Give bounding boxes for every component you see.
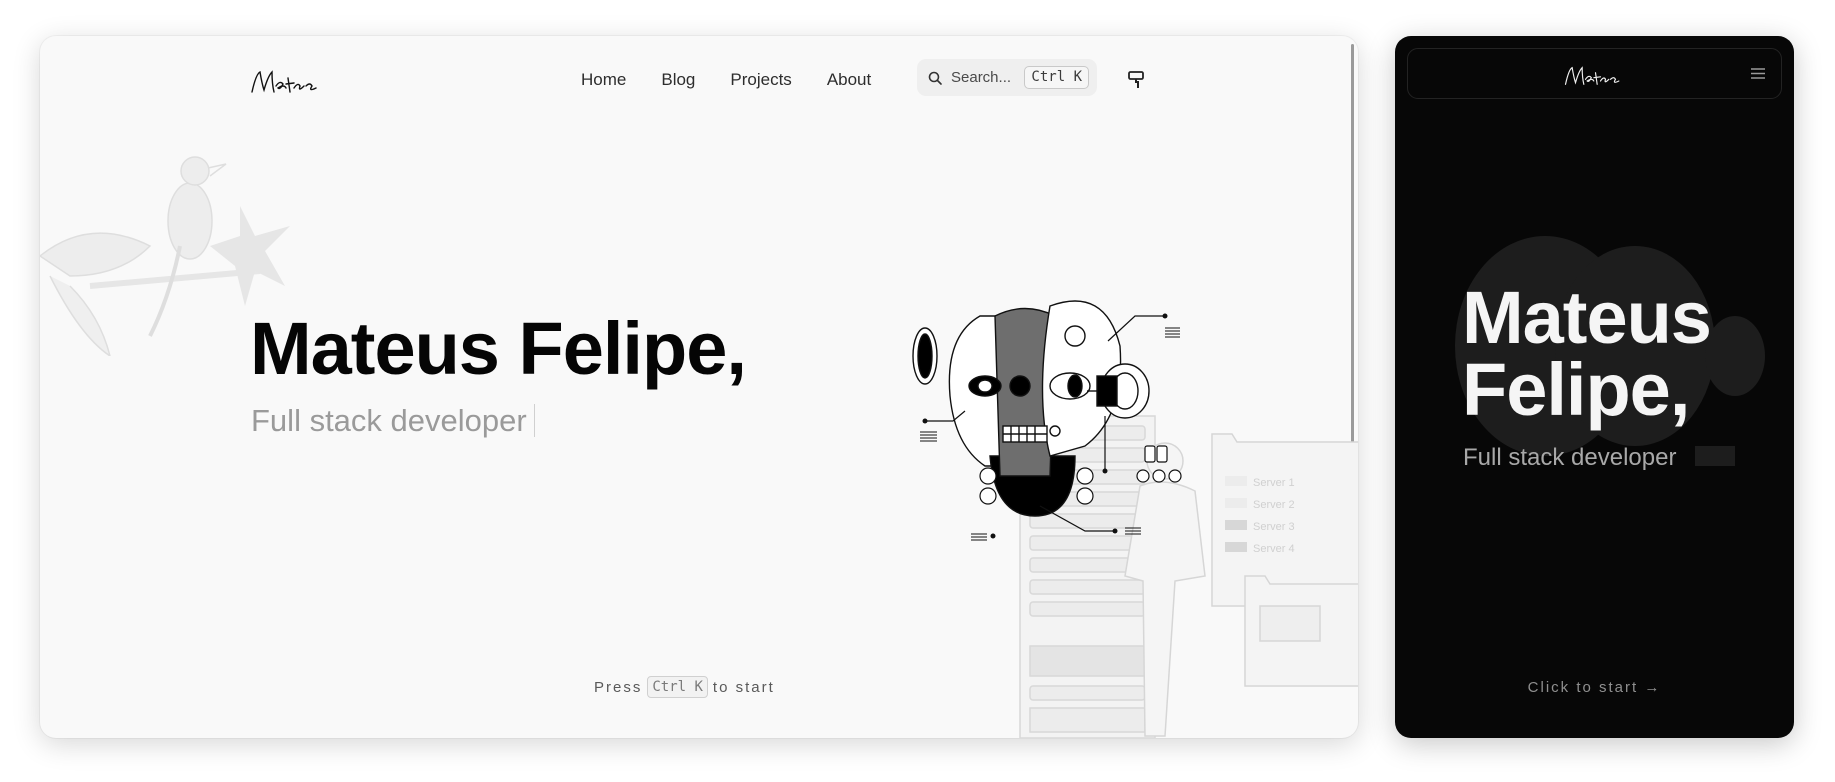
robot-server-illustration: Server 1 Server 2 Server 3 Server 4 bbox=[912, 300, 1358, 738]
server-label-3: Server 3 bbox=[1253, 521, 1295, 533]
search-icon bbox=[928, 71, 942, 85]
click-to-start-button[interactable]: Click to start → bbox=[1395, 679, 1794, 696]
hero-subtitle-text: Full stack developer bbox=[251, 403, 527, 438]
typing-caret bbox=[533, 404, 535, 437]
nav-about[interactable]: About bbox=[827, 70, 871, 90]
server-label-4: Server 4 bbox=[1253, 543, 1295, 555]
hero-subtitle: Full stack developer bbox=[251, 403, 535, 439]
nav-projects[interactable]: Projects bbox=[730, 70, 791, 90]
press-label: Press bbox=[594, 678, 643, 696]
search-placeholder: Search... bbox=[951, 69, 1012, 86]
main-nav: Home Blog Projects About bbox=[581, 70, 871, 90]
nav-home[interactable]: Home bbox=[581, 70, 626, 90]
press-to-start-hint: Press Ctrl K to start bbox=[594, 676, 775, 698]
mobile-hero-subtitle: Full stack developer bbox=[1463, 444, 1677, 471]
desktop-preview: Home Blog Projects About Search... Ctrl … bbox=[40, 36, 1358, 738]
mobile-preview: Mateus Felipe, Full stack developer Clic… bbox=[1395, 36, 1794, 738]
mobile-logo-signature[interactable] bbox=[1558, 61, 1628, 91]
server-label-2: Server 2 bbox=[1253, 499, 1295, 511]
paint-roller-icon[interactable] bbox=[1127, 70, 1145, 90]
mobile-hero-title: Mateus Felipe, bbox=[1462, 276, 1712, 431]
server-label-1: Server 1 bbox=[1253, 477, 1295, 489]
search-shortcut-key: Ctrl K bbox=[1024, 66, 1089, 89]
search-box[interactable]: Search... Ctrl K bbox=[917, 59, 1097, 96]
mobile-header bbox=[1407, 48, 1782, 99]
press-suffix: to start bbox=[712, 678, 775, 696]
logo-signature[interactable] bbox=[250, 64, 320, 100]
nav-blog[interactable]: Blog bbox=[661, 70, 695, 90]
hero-title: Mateus Felipe, bbox=[250, 307, 747, 390]
hamburger-menu-icon[interactable] bbox=[1751, 68, 1765, 79]
press-shortcut-key: Ctrl K bbox=[647, 676, 708, 698]
